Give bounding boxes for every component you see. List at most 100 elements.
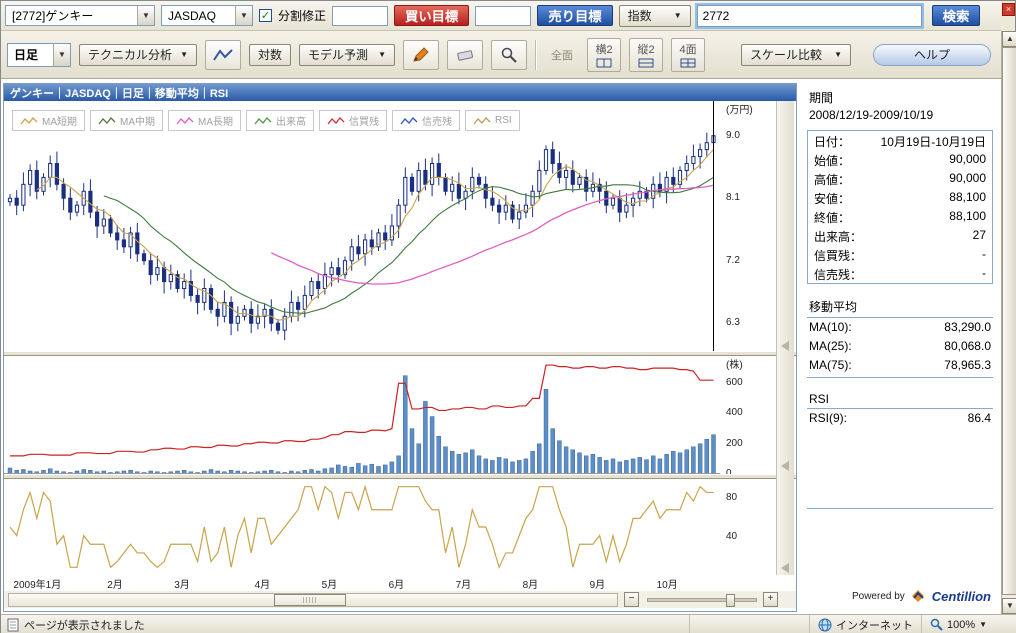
zone-label: インターネット	[836, 617, 913, 633]
info-row-label: 日付：	[814, 133, 850, 148]
legend-button[interactable]: MA短期	[12, 110, 85, 131]
layout-quad-button[interactable]: 4面	[671, 38, 705, 72]
chevron-down-icon: ▼	[834, 50, 842, 59]
info-row-label: 信買残：	[814, 247, 862, 262]
pane-handle-icon[interactable]	[781, 563, 789, 573]
scroll-down-icon[interactable]: ▼	[1002, 598, 1016, 614]
pane-resize-strip	[776, 101, 794, 575]
zoom-in-button[interactable]: +	[763, 592, 778, 607]
legend-button[interactable]: MA中期	[90, 110, 163, 131]
info-row-label: 終値：	[814, 209, 850, 224]
split-adjust-checkbox[interactable]: ✓	[259, 9, 272, 22]
scale-compare-value: スケール比較	[750, 46, 822, 63]
stock-select[interactable]: [2772]ゲンキー ▼	[5, 5, 155, 26]
legend-line-icon	[98, 116, 116, 126]
scroll-up-icon[interactable]: ▲	[1002, 31, 1016, 47]
pencil-icon	[412, 47, 430, 63]
chart-scroll-row: − +	[4, 591, 796, 608]
legend-button[interactable]: MA長期	[168, 110, 241, 131]
legend-button[interactable]: 信売残	[392, 110, 460, 131]
buy-target-button[interactable]: 買い目標	[394, 5, 469, 26]
info-row: 高値：90,000	[808, 169, 992, 188]
volume-pane	[4, 356, 720, 474]
globe-icon	[818, 618, 832, 632]
month-label: 8月	[523, 576, 539, 591]
axis-tick: 200	[726, 438, 743, 449]
eraser-icon	[455, 48, 475, 62]
info-row-value: 83,290.0	[944, 320, 991, 335]
axis-tick: 7.2	[726, 255, 740, 266]
log-scale-button[interactable]: 対数	[249, 44, 291, 66]
month-label: 7月	[456, 576, 472, 591]
code-search-input[interactable]	[697, 5, 922, 27]
chevron-down-icon[interactable]: ▼	[137, 6, 154, 25]
volume-chart	[4, 356, 720, 474]
zoom-tool-button[interactable]	[491, 40, 527, 70]
legend-label: RSI	[495, 115, 512, 126]
help-button[interactable]: ヘルプ	[873, 44, 991, 66]
chevron-down-icon[interactable]: ▼	[979, 620, 987, 629]
info-row-value: 86.4	[968, 411, 991, 426]
chart-scrollbar[interactable]	[8, 593, 618, 607]
pane-handle-icon[interactable]	[781, 341, 789, 351]
rsi-axis: 8040	[724, 479, 774, 575]
info-panel: 期間 2008/12/19-2009/10/19 日付：10月19日-10月19…	[801, 83, 999, 612]
sell-target-input[interactable]	[475, 6, 531, 26]
info-row-value: 90,000	[949, 171, 986, 186]
price-axis: (万円) 9.08.17.26.3	[724, 101, 774, 351]
eraser-button[interactable]	[447, 40, 483, 70]
legend-line-icon	[20, 116, 38, 126]
sell-target-button[interactable]: 売り目標	[537, 5, 612, 26]
layout-quad-icon	[680, 58, 696, 68]
chart-legend: MA短期 MA中期 MA長期出来高信買残信売残 RSI	[12, 110, 520, 131]
layout-horizontal2-button[interactable]: 横2	[587, 38, 621, 72]
status-spacer	[689, 615, 809, 633]
info-row: 終値：88,100	[808, 207, 992, 226]
period-select[interactable]: 日足 ▼	[7, 43, 71, 67]
chart-scrollbar-thumb[interactable]	[274, 594, 346, 606]
legend-button[interactable]: RSI	[465, 110, 520, 131]
chevron-down-icon[interactable]: ▼	[53, 44, 70, 66]
line-chart-button[interactable]	[205, 40, 241, 70]
legend-button[interactable]: 出来高	[246, 110, 314, 131]
info-row: MA(10):83,290.0	[807, 318, 993, 337]
zoom-slider-thumb[interactable]	[726, 594, 735, 607]
info-row: 始値：90,000	[808, 150, 992, 169]
window-scrollbar-thumb[interactable]	[1002, 47, 1016, 595]
centillion-logo-icon	[911, 589, 926, 604]
axis-tick: 400	[726, 407, 743, 418]
chart-title-bar: ゲンキー｜JASDAQ｜日足｜移動平均｜RSI	[4, 84, 796, 101]
window-scrollbar[interactable]: ▲ ▼	[1001, 31, 1016, 614]
market-select[interactable]: JASDAQ ▼	[161, 5, 253, 26]
close-icon[interactable]: ×	[1002, 3, 1015, 16]
technical-select[interactable]: テクニカル分析 ▼	[79, 44, 197, 66]
scale-compare-select[interactable]: スケール比較 ▼	[741, 44, 851, 66]
legend-label: MA中期	[120, 113, 155, 128]
chevron-down-icon[interactable]: ▼	[235, 6, 252, 25]
quote-table: 日付：10月19日-10月19日始値：90,000高値：90,000安値：88,…	[807, 130, 993, 284]
buy-target-input[interactable]	[332, 6, 388, 26]
layout-full-button[interactable]: 全面	[545, 38, 579, 72]
pane-handle-icon[interactable]	[781, 461, 789, 471]
model-forecast-select[interactable]: モデル予測 ▼	[299, 44, 395, 66]
pencil-button[interactable]	[403, 40, 439, 70]
price-unit-label: (万円)	[726, 101, 753, 116]
powered-by: Powered by Centillion	[852, 589, 991, 604]
legend-button[interactable]: 信買残	[319, 110, 387, 131]
chevron-down-icon: ▼	[180, 50, 188, 59]
info-row-value: 80,068.0	[944, 339, 991, 354]
month-label: 6月	[389, 576, 405, 591]
zoom-icon	[930, 618, 943, 631]
legend-line-icon	[473, 116, 491, 126]
layout-vertical2-icon	[638, 58, 654, 68]
index-select[interactable]: 指数 ▼	[619, 5, 691, 27]
zoom-slider[interactable]	[647, 598, 757, 602]
technical-select-value: テクニカル分析	[88, 46, 172, 63]
rsi-chart	[4, 479, 720, 575]
zoom-control[interactable]: 100% ▼	[921, 615, 1016, 633]
layout-vertical2-button[interactable]: 縦2	[629, 38, 663, 72]
axis-tick: 6.3	[726, 317, 740, 328]
chevron-down-icon: ▼	[378, 50, 386, 59]
zoom-out-button[interactable]: −	[624, 592, 639, 607]
search-button[interactable]: 検索	[932, 5, 981, 26]
